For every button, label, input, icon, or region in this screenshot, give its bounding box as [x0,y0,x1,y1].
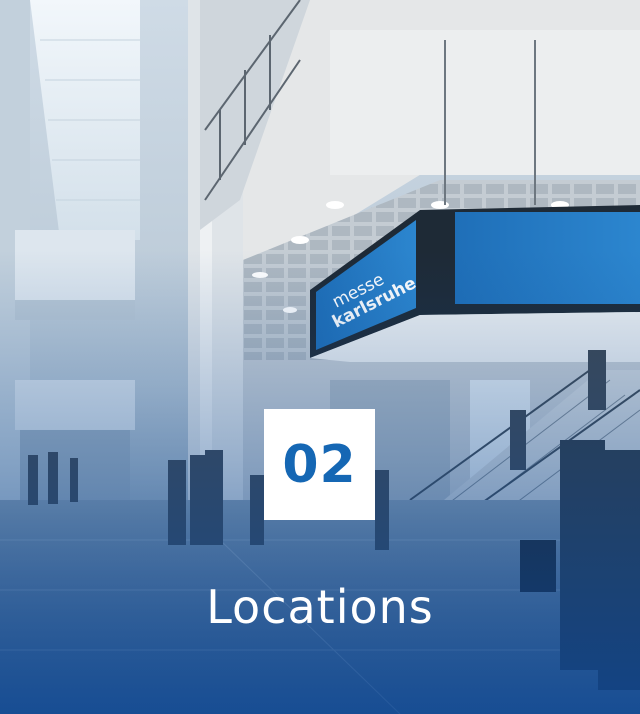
card-title[interactable]: Locations [0,580,640,634]
section-number-badge: 02 [264,409,375,520]
section-number: 02 [282,434,357,495]
locations-card[interactable]: messe karlsruhe [0,0,640,714]
